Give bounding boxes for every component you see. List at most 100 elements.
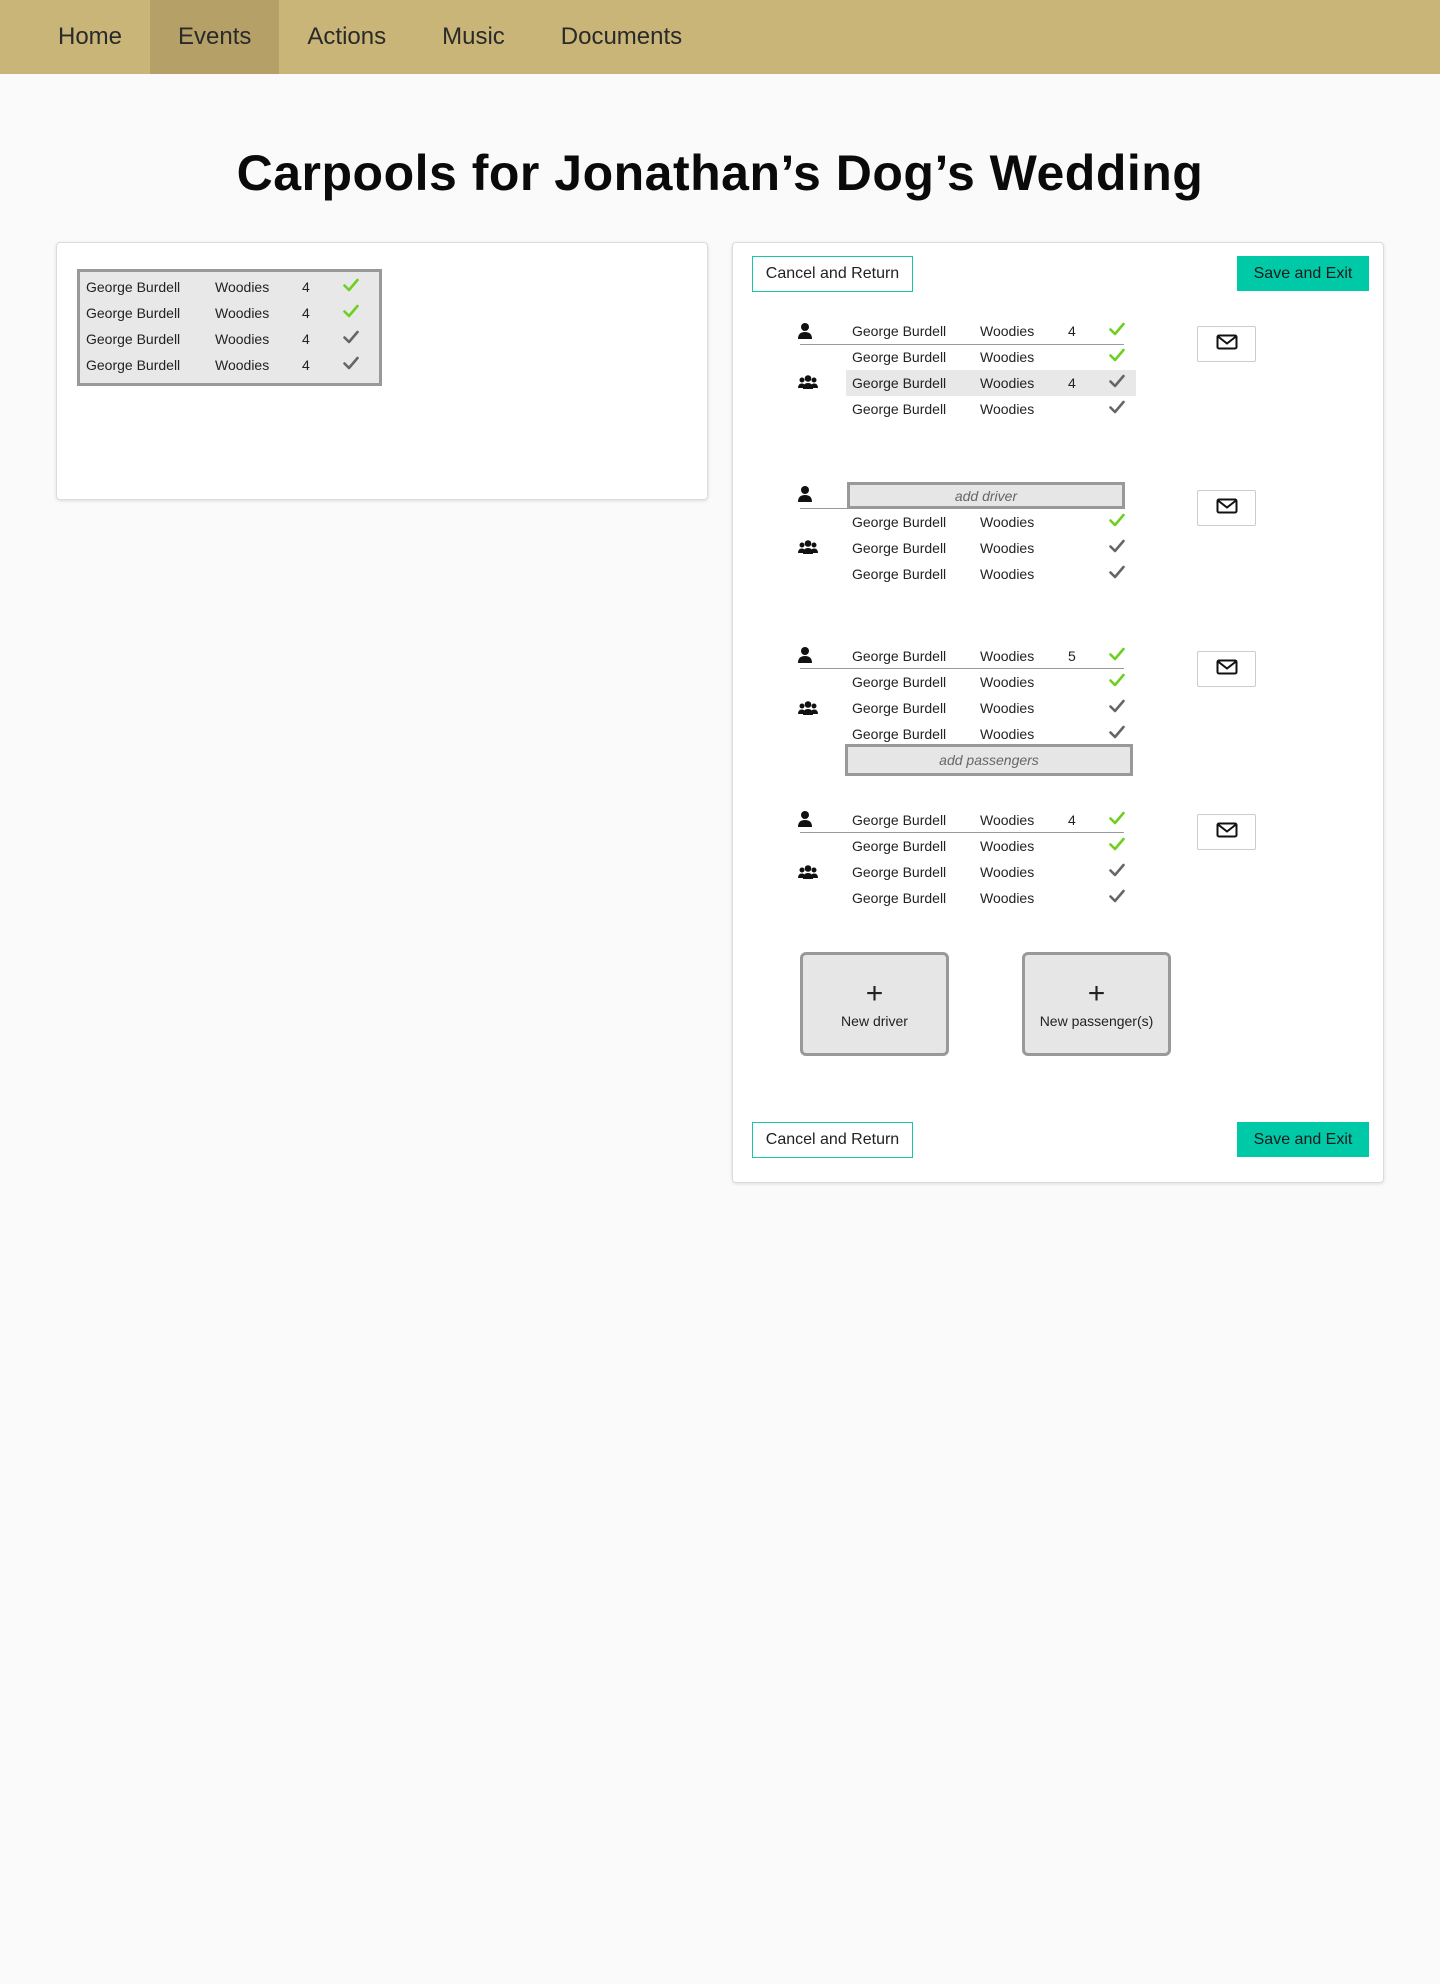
pool-row[interactable]: George Burdell Woodies 4: [86, 300, 376, 326]
group-icon: [798, 374, 818, 392]
checkmark-icon: [1109, 535, 1125, 561]
passenger-name: George Burdell: [852, 514, 947, 530]
add-passengers-input[interactable]: add passengers: [845, 744, 1133, 776]
passenger-name: George Burdell: [852, 890, 947, 906]
plus-icon: +: [1087, 977, 1106, 1010]
pool-row-seats: 4: [302, 331, 310, 347]
passenger-car: Woodies: [980, 514, 1035, 530]
add-driver-input[interactable]: add driver: [847, 482, 1125, 509]
checkmark-icon: [1109, 509, 1125, 535]
checkmark-icon: [1109, 396, 1125, 422]
passenger-car: Woodies: [980, 401, 1035, 417]
save-exit-button-top[interactable]: Save and Exit: [1237, 256, 1369, 291]
plus-icon: +: [865, 977, 884, 1010]
pool-row-car: Woodies: [215, 305, 270, 321]
passenger-name: George Burdell: [852, 375, 947, 391]
pool-row-seats: 4: [302, 357, 310, 373]
nav-item-actions[interactable]: Actions: [279, 0, 414, 74]
cancel-return-button-top[interactable]: Cancel and Return: [752, 256, 913, 292]
passenger-row[interactable]: George Burdell Woodies: [846, 535, 1136, 561]
passenger-car: Woodies: [980, 375, 1035, 391]
driver-row[interactable]: George Burdell Woodies 5: [846, 643, 1136, 669]
envelope-icon: [1216, 659, 1238, 680]
checkmark-icon: [343, 326, 359, 352]
pool-row[interactable]: George Burdell Woodies 4: [86, 326, 376, 352]
nav-item-documents[interactable]: Documents: [533, 0, 710, 74]
pool-row-car: Woodies: [215, 279, 270, 295]
envelope-icon: [1216, 498, 1238, 519]
driver-name: George Burdell: [852, 648, 947, 664]
passenger-car: Woodies: [980, 540, 1035, 556]
group-icon: [798, 864, 818, 882]
pool-row-seats: 4: [302, 279, 310, 295]
passenger-row[interactable]: George Burdell Woodies: [846, 396, 1136, 422]
checkmark-icon: [343, 274, 359, 300]
pool-row-name: George Burdell: [86, 305, 181, 321]
envelope-icon: [1216, 334, 1238, 355]
passenger-car: Woodies: [980, 674, 1035, 690]
pool-row-car: Woodies: [215, 357, 270, 373]
group-icon: [798, 700, 818, 718]
passenger-row[interactable]: George Burdell Woodies: [846, 509, 1136, 535]
pool-row-car: Woodies: [215, 331, 270, 347]
passenger-name: George Burdell: [852, 864, 947, 880]
passenger-row[interactable]: George Burdell Woodies: [846, 695, 1136, 721]
person-icon: [797, 322, 817, 340]
driver-car: Woodies: [980, 648, 1035, 664]
new-driver-label: New driver: [841, 1013, 908, 1029]
passenger-row[interactable]: George Burdell Woodies: [846, 561, 1136, 587]
top-navbar: Home Events Actions Music Documents: [0, 0, 1440, 74]
nav-item-events[interactable]: Events: [150, 0, 280, 74]
new-driver-button[interactable]: + New driver: [800, 952, 949, 1056]
checkmark-icon: [1109, 885, 1125, 911]
passenger-row[interactable]: George Burdell Woodies: [846, 344, 1136, 370]
checkmark-icon: [1109, 561, 1125, 587]
passenger-car: Woodies: [980, 864, 1035, 880]
save-exit-button-bottom[interactable]: Save and Exit: [1237, 1122, 1369, 1157]
pool-row-seats: 4: [302, 305, 310, 321]
passenger-name: George Burdell: [852, 401, 947, 417]
driver-car: Woodies: [980, 812, 1035, 828]
email-carpool-button[interactable]: [1197, 814, 1256, 850]
driver-seats: 4: [1068, 812, 1076, 828]
checkmark-icon: [1109, 370, 1125, 396]
driver-row[interactable]: George Burdell Woodies 4: [846, 318, 1136, 344]
checkmark-icon: [1109, 643, 1125, 669]
passenger-row[interactable]: George Burdell Woodies: [846, 885, 1136, 911]
email-carpool-button[interactable]: [1197, 651, 1256, 687]
driver-name: George Burdell: [852, 812, 947, 828]
person-icon: [797, 485, 817, 503]
passenger-row-dragging[interactable]: George Burdell Woodies 4: [846, 370, 1136, 396]
page-title: Carpools for Jonathan’s Dog’s Wedding: [236, 145, 1204, 201]
passenger-name: George Burdell: [852, 566, 947, 582]
driver-car: Woodies: [980, 323, 1035, 339]
cancel-return-button-bottom[interactable]: Cancel and Return: [752, 1122, 913, 1158]
passenger-name: George Burdell: [852, 700, 947, 716]
email-carpool-button[interactable]: [1197, 490, 1256, 526]
passenger-row[interactable]: George Burdell Woodies: [846, 669, 1136, 695]
passenger-name: George Burdell: [852, 838, 947, 854]
new-passenger-label: New passenger(s): [1039, 1013, 1154, 1029]
pool-row-name: George Burdell: [86, 331, 181, 347]
nav-item-home[interactable]: Home: [30, 0, 150, 74]
person-icon: [797, 646, 817, 664]
passenger-name: George Burdell: [852, 540, 947, 556]
new-passenger-button[interactable]: + New passenger(s): [1022, 952, 1171, 1056]
checkmark-icon: [343, 300, 359, 326]
passenger-row[interactable]: George Burdell Woodies: [846, 833, 1136, 859]
pool-row[interactable]: George Burdell Woodies 4: [86, 274, 376, 300]
driver-seats: 5: [1068, 648, 1076, 664]
passenger-car: Woodies: [980, 890, 1035, 906]
checkmark-icon: [343, 352, 359, 378]
driver-row[interactable]: George Burdell Woodies 4: [846, 807, 1136, 833]
unassigned-pool[interactable]: George Burdell Woodies 4 George Burdell …: [77, 269, 382, 386]
group-icon: [798, 539, 818, 557]
nav-item-music[interactable]: Music: [414, 0, 533, 74]
passenger-car: Woodies: [980, 700, 1035, 716]
email-carpool-button[interactable]: [1197, 326, 1256, 362]
passenger-car: Woodies: [980, 838, 1035, 854]
checkmark-icon: [1109, 695, 1125, 721]
passenger-row[interactable]: George Burdell Woodies: [846, 859, 1136, 885]
driver-seats: 4: [1068, 323, 1076, 339]
pool-row[interactable]: George Burdell Woodies 4: [86, 352, 376, 378]
